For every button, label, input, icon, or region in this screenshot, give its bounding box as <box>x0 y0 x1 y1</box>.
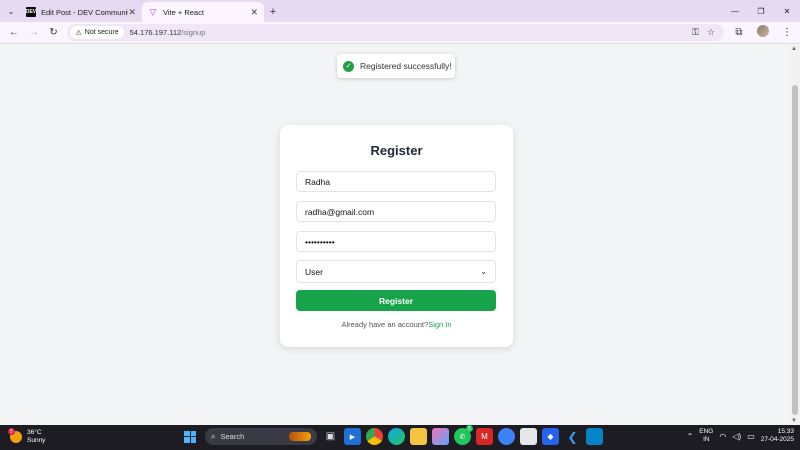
extensions-puzzle-icon[interactable]: ⧉ <box>730 27 748 38</box>
url-host: 54.176.197.112 <box>129 28 182 37</box>
close-tab-icon[interactable]: ✕ <box>128 7 136 18</box>
tab-title: Edit Post - DEV Community <box>41 7 129 17</box>
zoom-app-icon[interactable]: ▶ <box>344 428 361 445</box>
signin-prompt-row: Already have an account?Sign In <box>280 320 513 329</box>
language-indicator[interactable]: ENG IN <box>699 428 713 444</box>
security-label: Not secure <box>84 29 119 36</box>
search-highlight-icon <box>289 432 311 441</box>
password-key-icon[interactable]: ⚿ <box>692 27 699 38</box>
volume-icon[interactable]: ◁) <box>732 432 741 441</box>
wifi-icon[interactable]: ◠ <box>719 432 726 441</box>
role-selected-value: User <box>305 266 323 277</box>
scroll-down-icon[interactable]: ▼ <box>791 418 797 424</box>
tab-vite-react[interactable]: ▽ Vite + React ✕ <box>142 2 264 22</box>
weather-badge: 5 <box>8 428 15 435</box>
toast-message: Registered successfully! <box>360 61 452 71</box>
register-button[interactable]: Register <box>296 290 496 311</box>
store-app-icon[interactable] <box>586 428 603 445</box>
url-path: /signup <box>181 28 206 37</box>
register-card: Register Radha radha@gmail.com •••••••••… <box>280 125 513 347</box>
clock[interactable]: 15:33 27-04-2025 <box>761 428 794 444</box>
check-circle-icon: ✓ <box>343 60 354 72</box>
close-window-icon[interactable]: ✕ <box>774 0 800 22</box>
scrollbar-thumb[interactable] <box>792 85 798 415</box>
tab-strip: ⌄ DEV Edit Post - DEV Community ✕ ▽ Vite… <box>0 0 800 22</box>
password-input[interactable]: •••••••••• <box>296 231 496 252</box>
whatsapp-icon[interactable]: ✆ 5 <box>454 425 473 445</box>
form-title: Register <box>370 143 423 158</box>
system-tray: ⌃ ENG IN ◠ ◁) ▭ 15:33 27-04-2025 <box>687 428 794 444</box>
clock-date: 27-04-2025 <box>760 436 794 443</box>
git-app-icon[interactable]: ◆ <box>542 428 559 445</box>
tab-dev-community[interactable]: DEV Edit Post - DEV Community ✕ <box>20 2 142 22</box>
name-value: Radha <box>305 176 331 187</box>
password-value: •••••••••• <box>305 236 335 247</box>
chrome-icon[interactable] <box>366 428 383 445</box>
dev-favicon-icon: DEV <box>25 7 37 17</box>
forward-arrow-icon[interactable]: → <box>24 23 44 43</box>
warning-icon: ⚠ <box>75 29 82 37</box>
security-chip[interactable]: ⚠ Not secure <box>70 26 124 39</box>
bookmark-star-icon[interactable]: ☆ <box>707 27 715 38</box>
battery-icon[interactable]: ▭ <box>747 432 755 441</box>
address-bar[interactable]: ⚠ Not secure 54.176.197.112/signup ⚿ ☆ <box>67 24 724 41</box>
whatsapp-badge: 5 <box>466 425 473 432</box>
email-input[interactable]: radha@gmail.com <box>296 201 496 222</box>
signin-prompt: Already have an account? <box>341 320 429 329</box>
back-arrow-icon[interactable]: ← <box>4 23 24 43</box>
windows-taskbar: 5 36°C Sunny ⌕ Search ▣ ▶ ✆ 5 M ◆ ❮ ⌃ ENG… <box>0 425 800 450</box>
new-tab-plus-icon[interactable]: + <box>264 2 282 22</box>
weather-widget[interactable]: 5 36°C Sunny <box>8 428 46 445</box>
role-select[interactable]: User ⌄ <box>296 260 496 283</box>
copilot-icon[interactable] <box>432 428 449 445</box>
calculator-icon[interactable] <box>520 428 537 445</box>
edge-icon[interactable] <box>388 428 405 445</box>
vite-favicon-icon: ▽ <box>149 6 157 17</box>
sun-icon: 5 <box>8 428 22 443</box>
minimize-icon[interactable]: — <box>722 0 748 22</box>
window-controls: — ❐ ✕ <box>722 0 800 22</box>
task-view-icon[interactable]: ▣ <box>322 428 339 445</box>
signin-link[interactable]: Sign In <box>428 320 451 329</box>
clock-time: 15:33 <box>777 428 794 435</box>
settings-app-icon[interactable] <box>498 428 515 445</box>
region-code: IN <box>703 436 710 443</box>
more-menu-icon[interactable]: ⋮ <box>778 27 796 38</box>
search-label: Search <box>220 432 245 441</box>
temperature: 36°C <box>27 429 42 436</box>
taskbar-search[interactable]: ⌕ Search <box>205 428 317 445</box>
tab-search-chevron-icon[interactable]: ⌄ <box>2 0 20 22</box>
vscode-icon[interactable]: ❮ <box>564 428 581 445</box>
file-explorer-icon[interactable] <box>410 428 427 445</box>
weather-condition: Sunny <box>27 437 46 444</box>
mcafee-icon[interactable]: M <box>476 428 493 445</box>
start-windows-icon[interactable] <box>184 430 196 443</box>
scroll-up-icon[interactable]: ▲ <box>791 46 797 52</box>
success-toast: ✓ Registered successfully! <box>337 54 455 78</box>
browser-toolbar: ← → ↻ ⚠ Not secure 54.176.197.112/signup… <box>0 22 800 44</box>
close-tab-icon[interactable]: ✕ <box>250 7 258 18</box>
profile-avatar[interactable] <box>754 25 772 40</box>
chevron-down-icon: ⌄ <box>480 267 487 276</box>
email-value: radha@gmail.com <box>305 206 375 217</box>
language-code: ENG <box>699 428 714 435</box>
chevron-up-icon[interactable]: ⌃ <box>687 432 694 441</box>
search-icon: ⌕ <box>211 431 216 441</box>
reload-icon[interactable]: ↻ <box>44 23 64 43</box>
tab-title: Vite + React <box>163 7 204 17</box>
restore-icon[interactable]: ❐ <box>748 0 774 22</box>
url-text[interactable]: 54.176.197.112/signup <box>130 28 206 37</box>
page-scrollbar[interactable]: ▲ ▼ <box>790 45 800 425</box>
name-input[interactable]: Radha <box>296 171 496 192</box>
